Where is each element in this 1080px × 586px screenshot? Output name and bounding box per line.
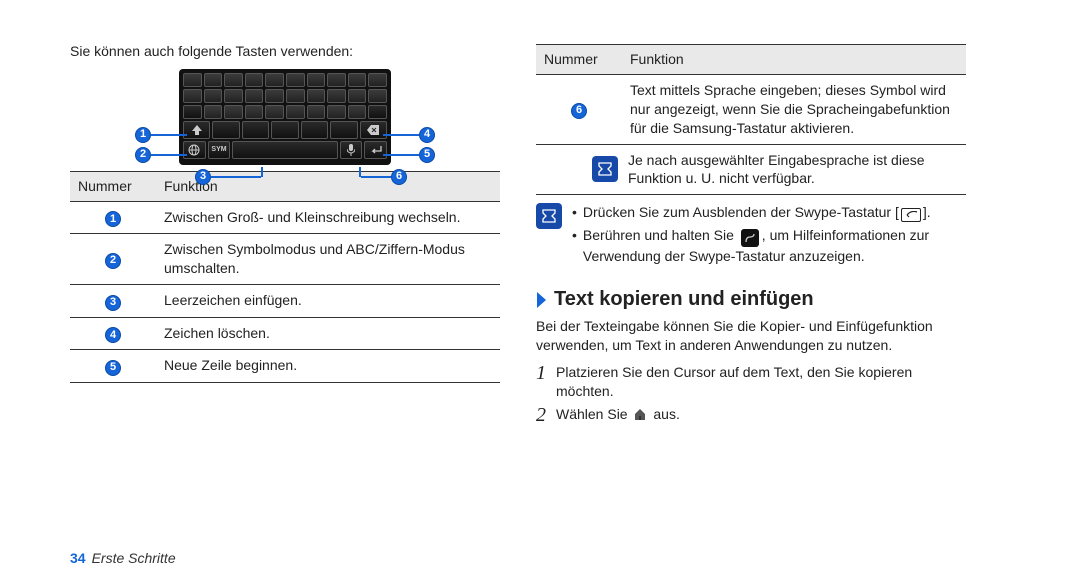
- right-column: Nummer Funktion 6 Text mittels Sprache e…: [536, 40, 966, 426]
- keyboard-figure: SYM 1: [70, 69, 500, 165]
- function-table-right: Nummer Funktion 6 Text mittels Sprache e…: [536, 44, 966, 195]
- row-num-5: 5: [105, 360, 121, 376]
- row6-note: Je nach ausgewählter Eingabesprache ist …: [628, 151, 958, 189]
- row-text-4: Zeichen löschen.: [156, 317, 500, 350]
- callout-2: 2: [135, 147, 151, 163]
- sym-key: SYM: [208, 141, 231, 159]
- row-num-1: 1: [105, 211, 121, 227]
- step2-a: Wählen Sie: [556, 406, 628, 422]
- row-num-2: 2: [105, 253, 121, 269]
- step1-number: 1: [536, 363, 556, 383]
- callout-5: 5: [419, 147, 435, 163]
- step2-number: 2: [536, 405, 556, 425]
- page-number: 34: [70, 550, 86, 566]
- info-icon: [592, 156, 618, 182]
- note2-a: Berühren und halten Sie: [583, 227, 734, 243]
- th-func-r: Funktion: [622, 45, 966, 75]
- row-num-6: 6: [571, 103, 587, 119]
- step1-text: Platzieren Sie den Cursor auf dem Text, …: [556, 363, 966, 401]
- row-text-6: Text mittels Sprache eingeben; dieses Sy…: [622, 74, 966, 144]
- step-1: 1 Platzieren Sie den Cursor auf dem Text…: [536, 363, 966, 401]
- note1-b: ].: [923, 204, 931, 220]
- intro-text: Sie können auch folgende Tasten verwende…: [70, 42, 500, 61]
- row-text-1: Zwischen Groß- und Kleinschreibung wechs…: [156, 201, 500, 234]
- swype-key-icon: [741, 229, 759, 247]
- row-num-4: 4: [105, 327, 121, 343]
- row-text-3: Leerzeichen einfügen.: [156, 285, 500, 318]
- home-icon: [633, 407, 647, 426]
- page-footer: 34 Erste Schritte: [70, 550, 176, 566]
- row-text-5: Neue Zeile beginnen.: [156, 350, 500, 383]
- row-text-2: Zwischen Symbolmodus und ABC/Ziffern-Mod…: [156, 234, 500, 285]
- section-title: Text kopieren und einfügen: [554, 286, 814, 313]
- section-heading: Text kopieren und einfügen: [536, 286, 966, 313]
- note-block: • Drücken Sie zum Ausblenden der Swype-T…: [536, 203, 966, 270]
- keyboard: SYM: [179, 69, 391, 165]
- info-icon: [536, 203, 562, 229]
- th-num-r: Nummer: [536, 45, 622, 75]
- note1-a: Drücken Sie zum Ausblenden der Swype-Tas…: [583, 204, 899, 220]
- mic-key: [340, 141, 363, 159]
- step-2: 2 Wählen Sie aus.: [536, 405, 966, 426]
- step2-b: aus.: [653, 406, 679, 422]
- shift-key: [183, 121, 210, 139]
- row-num-3: 3: [105, 295, 121, 311]
- section-paragraph: Bei der Texteingabe können Sie die Kopie…: [536, 317, 966, 355]
- function-table-left: Nummer Funktion 1 Zwischen Groß- und Kle…: [70, 171, 500, 383]
- chevron-icon: [536, 291, 548, 309]
- back-key-glyph: [901, 208, 921, 222]
- callout-4: 4: [419, 127, 435, 143]
- th-num: Nummer: [70, 171, 156, 201]
- callout-3: 3: [195, 169, 211, 185]
- left-column: Sie können auch folgende Tasten verwende…: [70, 40, 500, 426]
- space-key: [232, 141, 337, 159]
- callout-6: 6: [391, 169, 407, 185]
- chapter-title: Erste Schritte: [92, 550, 176, 566]
- callout-1: 1: [135, 127, 151, 143]
